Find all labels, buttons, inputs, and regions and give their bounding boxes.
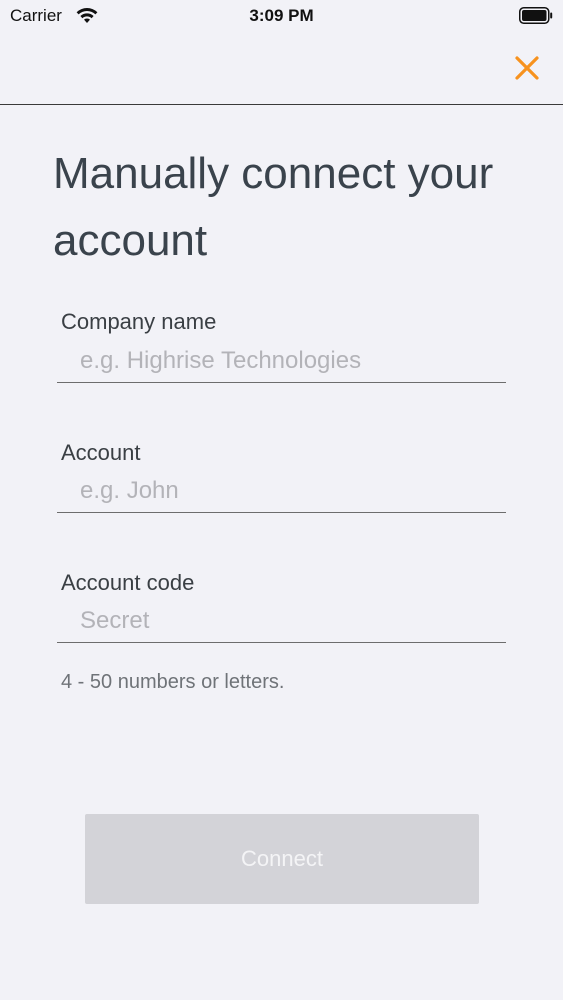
close-icon[interactable] [513, 54, 541, 82]
company-name-label: Company name [61, 309, 217, 334]
account-code-hint: 4 - 50 numbers or letters. [61, 671, 285, 693]
status-time: 3:09 PM [249, 6, 314, 25]
account-label: Account [61, 440, 141, 465]
account-code-label: Account code [61, 570, 195, 595]
account-code-input[interactable] [57, 599, 506, 643]
account-input[interactable] [57, 469, 506, 513]
battery-icon [519, 7, 553, 24]
nav-bar [0, 32, 563, 105]
company-name-input[interactable] [57, 339, 506, 383]
connect-button[interactable]: Connect [85, 814, 479, 904]
status-bar: Carrier 3:09 PM [0, 0, 563, 32]
page-title: Manually connect your account [53, 149, 494, 265]
